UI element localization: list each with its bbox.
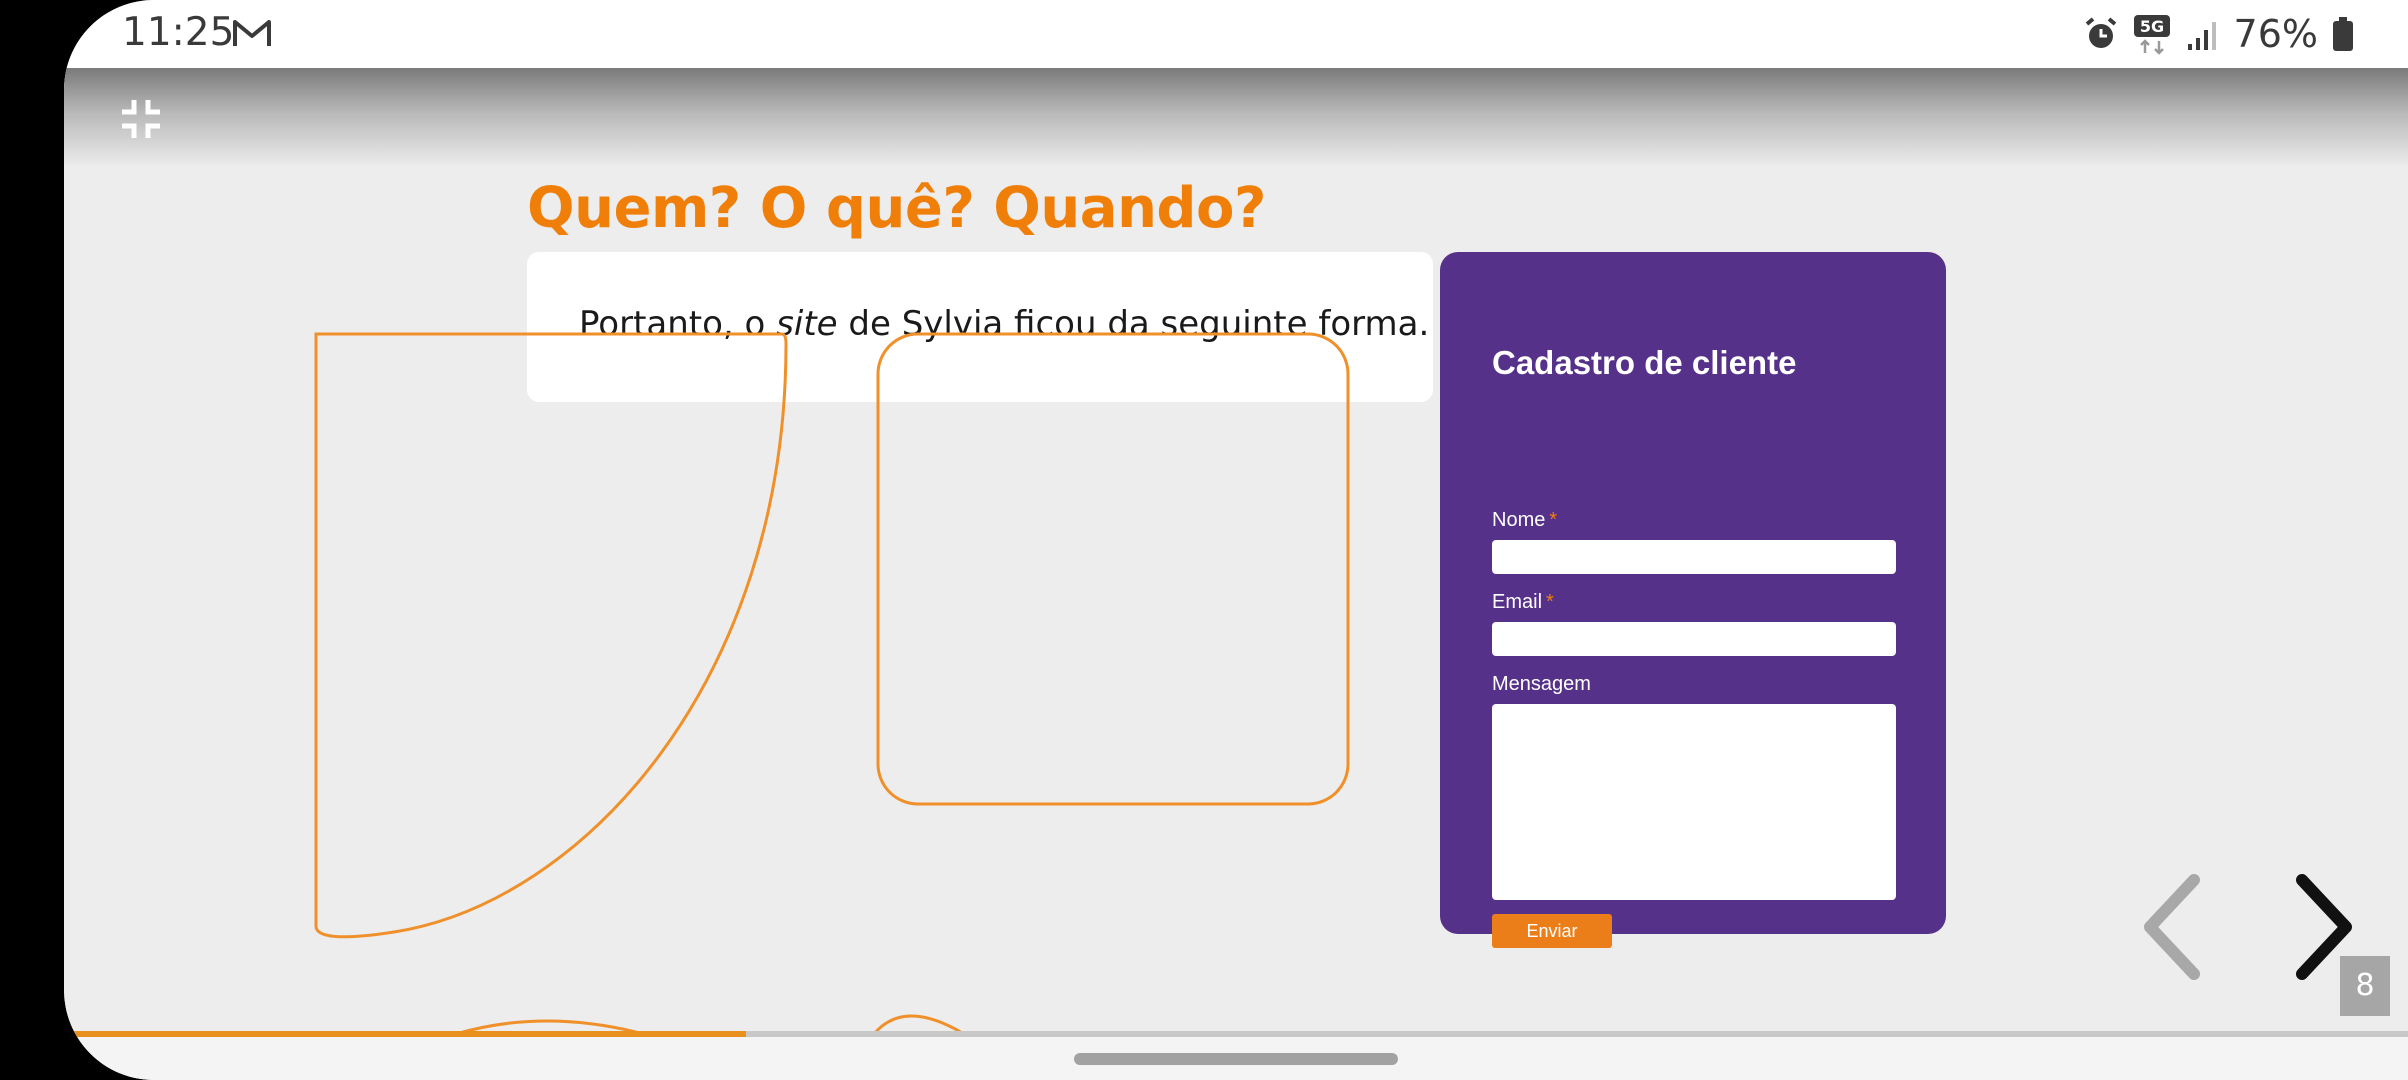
device-screen: 11:25 5G 76% Quem? O quê? Quando? Portan… (64, 0, 2408, 1080)
battery-percent: 76% (2233, 12, 2318, 56)
email-label-text: Email (1492, 591, 1543, 613)
gmail-icon (233, 20, 271, 46)
page-number-badge: 8 (2340, 956, 2390, 1016)
form-title: Cadastro de cliente (1492, 344, 1797, 381)
customer-form: Cadastro de cliente Nome * Email * Mensage… (1440, 252, 1946, 948)
square-shape-outline (876, 332, 1350, 806)
intro-text-end: de Sylvia ficou da seguinte forma. (837, 304, 1430, 344)
battery-icon (2333, 17, 2353, 51)
presentation-viewer: Quem? O quê? Quando? Portanto, o site de… (64, 68, 2408, 1080)
name-label: Nome * (1492, 509, 1557, 532)
email-label: Email * (1492, 591, 1554, 614)
alarm-icon (2085, 17, 2116, 48)
required-mark: * (1549, 509, 1558, 531)
message-label: Mensagem (1492, 673, 1591, 695)
status-icons: 5G 76% (2084, 8, 2354, 60)
quarter-shape-outline (314, 332, 788, 939)
submit-button[interactable]: Enviar (1492, 914, 1612, 948)
intro-card: Portanto, o site de Sylvia ficou da segu… (527, 252, 1433, 402)
network-type: 5G (2139, 17, 2163, 36)
previous-slide-icon[interactable] (2136, 872, 2216, 982)
status-bar: 11:25 5G 76% (64, 0, 2408, 68)
signal-icon (2187, 22, 2216, 50)
required-mark: * (1546, 591, 1554, 613)
home-gesture-handle[interactable] (1074, 1053, 1398, 1065)
name-label-text: Nome (1492, 509, 1546, 531)
intro-text-start: Portanto, o (579, 304, 777, 344)
exit-fullscreen-icon[interactable] (120, 98, 162, 140)
intro-text: Portanto, o site de Sylvia ficou da segu… (579, 304, 1429, 344)
5g-data-icon: 5G (2133, 15, 2170, 55)
name-input[interactable] (1492, 540, 1896, 574)
status-time: 11:25 (122, 10, 235, 55)
slide-heading: Quem? O quê? Quando? (527, 176, 1266, 241)
toolbar-overlay (64, 68, 2408, 168)
email-input[interactable] (1492, 622, 1896, 656)
intro-text-emphasis: site (776, 304, 838, 344)
message-textarea[interactable] (1492, 704, 1896, 900)
